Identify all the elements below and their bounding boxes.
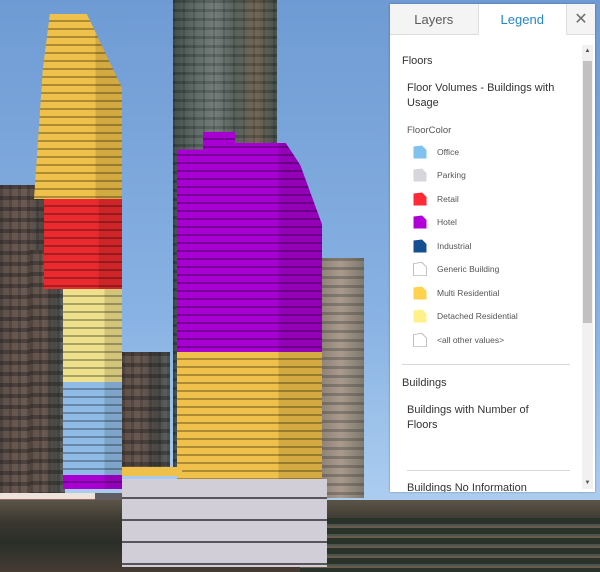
legend-item: Multi Residential (413, 281, 580, 305)
tab-layers[interactable]: Layers (390, 4, 478, 34)
volume-swatch-icon (413, 168, 427, 182)
legend-layer-title-floors-count: Buildings with Number of Floors (407, 403, 529, 431)
tab-legend[interactable]: Legend (477, 4, 567, 35)
floors-retail (44, 199, 122, 289)
legend-item: Hotel (413, 211, 580, 235)
legend-item-label: Multi Residential (437, 287, 500, 298)
right-tower-floors (177, 132, 322, 482)
legend-content: Floors Floor Volumes - Buildings with Us… (390, 35, 580, 492)
legend-item-label: Retail (437, 193, 459, 204)
divider (407, 469, 570, 471)
legend-item: Parking (413, 164, 580, 188)
legend-item-label: Detached Residential (437, 311, 518, 322)
volume-swatch-icon (413, 286, 427, 300)
volume-swatch-icon (413, 215, 427, 229)
volume-swatch-icon (413, 145, 427, 159)
legend-items: Office Parking Retail Hotel Industrial Generi… (390, 140, 580, 352)
legend-field-title: FloorColor (407, 125, 452, 136)
volume-swatch-icon (413, 309, 427, 323)
legend-layer-title-no-info: Buildings No Information (407, 481, 527, 493)
legend-item: Industrial (413, 234, 580, 258)
floors-office (63, 382, 122, 475)
legend-service-title: Floors (402, 55, 433, 67)
floors-hotel-base (63, 475, 122, 489)
volume-swatch-icon (413, 192, 427, 206)
floors-hotel (177, 132, 322, 352)
legend-item: Generic Building (413, 258, 580, 282)
background-tower-mid (122, 352, 170, 472)
parking-garage-floors (122, 479, 327, 567)
scroll-thumb[interactable] (583, 61, 592, 323)
background-tower-right (318, 258, 364, 498)
scroll-down-arrow-icon[interactable]: ▼ (582, 477, 593, 489)
podium-floor-strip (122, 467, 182, 476)
legend-item-label: Industrial (437, 240, 472, 251)
volume-swatch-icon (413, 262, 427, 277)
close-icon: ✕ (574, 11, 588, 28)
legend-item-label: <all other values> (437, 334, 505, 345)
legend-item-label: Hotel (437, 217, 457, 228)
scroll-up-arrow-icon[interactable]: ▲ (582, 45, 593, 57)
legend-item: Detached Residential (413, 305, 580, 329)
floors-multi-residential-top (34, 14, 122, 199)
layer-list-legend-widget: Layers Legend ✕ Floors Floor Volumes - B… (390, 4, 595, 492)
close-button[interactable]: ✕ (567, 4, 595, 34)
legend-service-title-buildings: Buildings (402, 376, 447, 389)
volume-swatch-icon (413, 332, 427, 347)
left-tower-floors (22, 14, 122, 489)
legend-item: Retail (413, 187, 580, 211)
volume-swatch-icon (413, 239, 427, 253)
widget-tabs: Layers Legend ✕ (390, 4, 595, 35)
legend-item-label: Generic Building (437, 264, 500, 275)
legend-layer-title: Floor Volumes - Buildings with Usage (407, 82, 555, 109)
legend-item-label: Parking (437, 170, 466, 181)
ground-strip (300, 518, 600, 572)
floors-detached-residential (63, 289, 122, 382)
floors-multi-residential (177, 352, 322, 482)
legend-item-label: Office (437, 146, 460, 157)
divider (402, 363, 570, 365)
legend-item: <all other values> (413, 328, 580, 352)
legend-item: Office (413, 140, 580, 164)
legend-scrollbar[interactable]: ▲ ▼ (582, 45, 593, 489)
